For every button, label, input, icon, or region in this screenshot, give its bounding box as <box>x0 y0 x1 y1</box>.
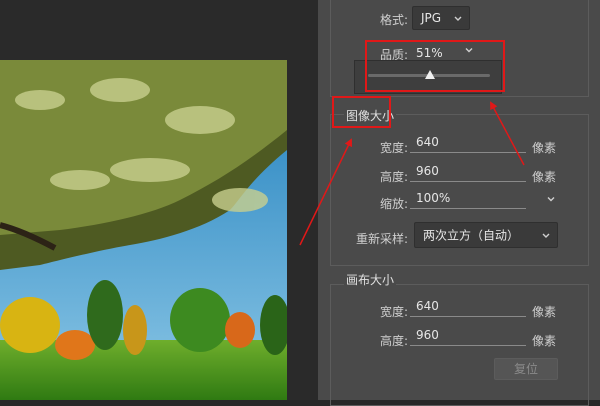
annotation-arrow <box>299 138 352 246</box>
annotation-arrows <box>299 101 525 246</box>
annotation-arrow <box>490 101 525 166</box>
